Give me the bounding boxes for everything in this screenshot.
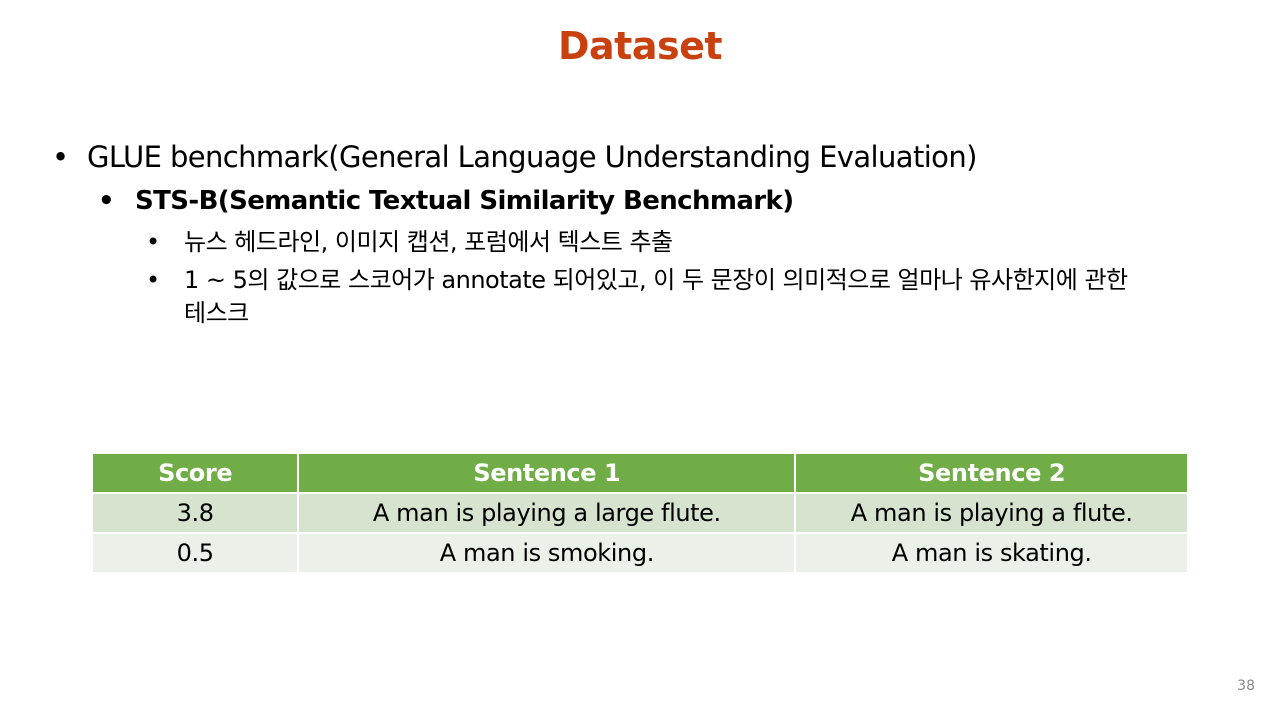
slide-title: Dataset bbox=[557, 24, 723, 68]
cell-score: 3.8 bbox=[90, 492, 300, 534]
bullet-dot: • bbox=[146, 266, 160, 294]
bullet-dot: • bbox=[98, 186, 115, 216]
bullet-text: 뉴스 헤드라인, 이미지 캡션, 포럼에서 텍스트 추출 bbox=[184, 228, 673, 256]
header-sentence-1: Sentence 1 bbox=[297, 452, 797, 494]
cell-sentence-1: A man is playing a large flute. bbox=[297, 492, 797, 534]
header-score: Score bbox=[90, 452, 300, 494]
bullet-level3: • 뉴스 헤드라인, 이미지 캡션, 포럼에서 텍스트 추출 bbox=[146, 226, 1146, 259]
bullet-text: 1 ~ 5의 값으로 스코어가 annotate 되어있고, 이 두 문장이 의… bbox=[184, 266, 1128, 327]
bullet-text: STS-B(Semantic Textual Similarity Benchm… bbox=[135, 186, 794, 216]
bullet-level2: • STS-B(Semantic Textual Similarity Benc… bbox=[98, 186, 794, 216]
page-number: 38 bbox=[1237, 678, 1255, 694]
bullet-text: GLUE benchmark(General Language Understa… bbox=[87, 140, 977, 174]
cell-score: 0.5 bbox=[90, 532, 300, 574]
cell-sentence-1: A man is smoking. bbox=[297, 532, 797, 574]
bullet-level1: • GLUE benchmark(General Language Unders… bbox=[52, 140, 977, 174]
bullet-dot: • bbox=[146, 228, 160, 256]
table-header-row: Score Sentence 1 Sentence 2 bbox=[90, 452, 1189, 494]
table-row: 3.8 A man is playing a large flute. A ma… bbox=[90, 492, 1189, 534]
cell-sentence-2: A man is playing a flute. bbox=[794, 492, 1189, 534]
bullet-level3: • 1 ~ 5의 값으로 스코어가 annotate 되어있고, 이 두 문장이… bbox=[146, 264, 1146, 330]
bullet-dot: • bbox=[52, 140, 69, 174]
header-sentence-2: Sentence 2 bbox=[794, 452, 1189, 494]
slide: Dataset • GLUE benchmark(General Languag… bbox=[0, 0, 1280, 720]
sts-example-table: Score Sentence 1 Sentence 2 3.8 A man is… bbox=[90, 452, 1189, 574]
table-row: 0.5 A man is smoking. A man is skating. bbox=[90, 532, 1189, 574]
cell-sentence-2: A man is skating. bbox=[794, 532, 1189, 574]
